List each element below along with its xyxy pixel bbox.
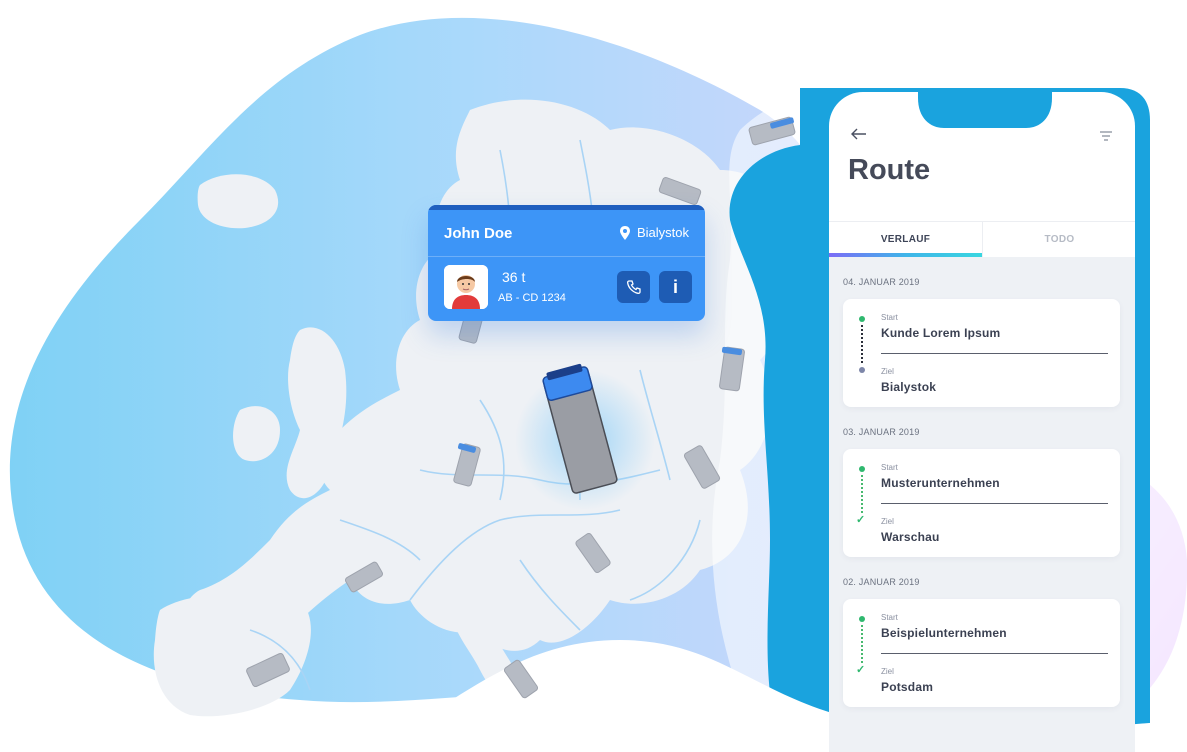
list-item[interactable]: ✓ Start Musterunternehmen Ziel Warschau bbox=[843, 449, 1120, 557]
start-dot-icon bbox=[859, 316, 865, 322]
hero-illustration: John Doe Bialystok 36 t AB - CD 1234 i R… bbox=[0, 0, 1187, 752]
list-item[interactable]: ✓ Start Beispielunternehmen Ziel Potsdam bbox=[843, 599, 1120, 707]
back-arrow-icon[interactable] bbox=[851, 128, 867, 140]
checkmark-icon: ✓ bbox=[856, 514, 866, 526]
tab-todo[interactable]: TODO bbox=[982, 222, 1135, 257]
info-icon: i bbox=[672, 276, 678, 297]
divider bbox=[881, 353, 1108, 354]
start-label: Start bbox=[881, 313, 898, 322]
end-label: Ziel bbox=[881, 367, 894, 376]
card-top-strip bbox=[428, 205, 705, 210]
route-line bbox=[861, 625, 863, 663]
end-location: Potsdam bbox=[881, 680, 934, 694]
driver-location: Bialystok bbox=[619, 225, 689, 240]
date-label: 03. JANUAR 2019 bbox=[843, 427, 920, 437]
checkmark-icon: ✓ bbox=[856, 664, 866, 676]
divider bbox=[881, 503, 1108, 504]
avatar bbox=[444, 265, 488, 309]
driver-card: John Doe Bialystok 36 t AB - CD 1234 i bbox=[428, 205, 705, 321]
phone-icon bbox=[626, 280, 641, 294]
start-label: Start bbox=[881, 613, 898, 622]
end-location: Warschau bbox=[881, 530, 940, 544]
end-location: Bialystok bbox=[881, 380, 937, 394]
phone-notch bbox=[918, 88, 1052, 128]
start-label: Start bbox=[881, 463, 898, 472]
route-line bbox=[861, 325, 863, 363]
route-line bbox=[861, 475, 863, 513]
start-location: Beispielunternehmen bbox=[881, 626, 1007, 640]
start-dot-icon bbox=[859, 616, 865, 622]
date-label: 04. JANUAR 2019 bbox=[843, 277, 920, 287]
divider bbox=[881, 653, 1108, 654]
location-pin-icon bbox=[619, 225, 630, 240]
driver-avatar-icon bbox=[444, 265, 488, 309]
license-plate: AB - CD 1234 bbox=[498, 292, 566, 304]
page-title: Route bbox=[848, 154, 931, 186]
phone-screen: Route VERLAUF TODO 04. JANUAR 2019 Start… bbox=[829, 92, 1135, 752]
filter-icon[interactable] bbox=[1099, 130, 1113, 142]
tab-bar: VERLAUF TODO bbox=[829, 221, 1135, 257]
route-history-list: 04. JANUAR 2019 Start Kunde Lorem Ipsum … bbox=[829, 257, 1135, 752]
card-divider bbox=[428, 256, 705, 257]
start-dot-icon bbox=[859, 466, 865, 472]
truck-weight: 36 t bbox=[502, 269, 526, 285]
call-button[interactable] bbox=[617, 271, 650, 303]
date-label: 02. JANUAR 2019 bbox=[843, 577, 920, 587]
driver-name: John Doe bbox=[444, 225, 513, 242]
driver-location-label: Bialystok bbox=[636, 225, 689, 240]
start-location: Musterunternehmen bbox=[881, 476, 1000, 490]
info-button[interactable]: i bbox=[659, 271, 692, 303]
end-label: Ziel bbox=[881, 667, 894, 676]
tab-verlauf[interactable]: VERLAUF bbox=[829, 222, 982, 257]
list-item[interactable]: Start Kunde Lorem Ipsum Ziel Bialystok bbox=[843, 299, 1120, 407]
end-label: Ziel bbox=[881, 517, 894, 526]
start-location: Kunde Lorem Ipsum bbox=[881, 326, 1001, 340]
end-dot-icon bbox=[859, 367, 865, 373]
